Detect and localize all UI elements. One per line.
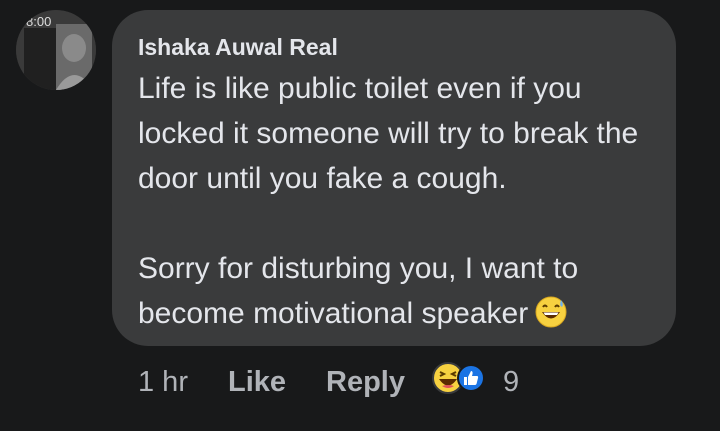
comment: 8:00 Ishaka Auwal Real Life is like publ…	[0, 0, 720, 431]
reply-button[interactable]: Reply	[326, 366, 405, 399]
comment-actions: 1 hr Like Reply 9	[138, 362, 519, 402]
avatar-photo: 8:00	[16, 10, 96, 90]
comment-bubble: Ishaka Auwal Real Life is like public to…	[112, 10, 676, 346]
comment-paragraph-1: Life is like public toilet even if you l…	[138, 72, 639, 195]
comment-paragraph-2: Sorry for disturbing you, I want to beco…	[138, 246, 652, 342]
like-reaction-icon	[457, 364, 485, 400]
like-button[interactable]: Like	[228, 366, 286, 399]
avatar-time-overlay: 8:00	[26, 14, 51, 29]
reaction-count: 9	[503, 365, 520, 398]
reaction-summary[interactable]: 9	[431, 361, 519, 403]
comment-paragraph-2-text: Sorry for disturbing you, I want to beco…	[138, 252, 579, 330]
grinning-sweat-emoji	[534, 295, 568, 342]
avatar[interactable]: 8:00	[16, 10, 96, 90]
comment-timestamp[interactable]: 1 hr	[138, 366, 188, 399]
comment-author[interactable]: Ishaka Auwal Real	[138, 32, 652, 62]
